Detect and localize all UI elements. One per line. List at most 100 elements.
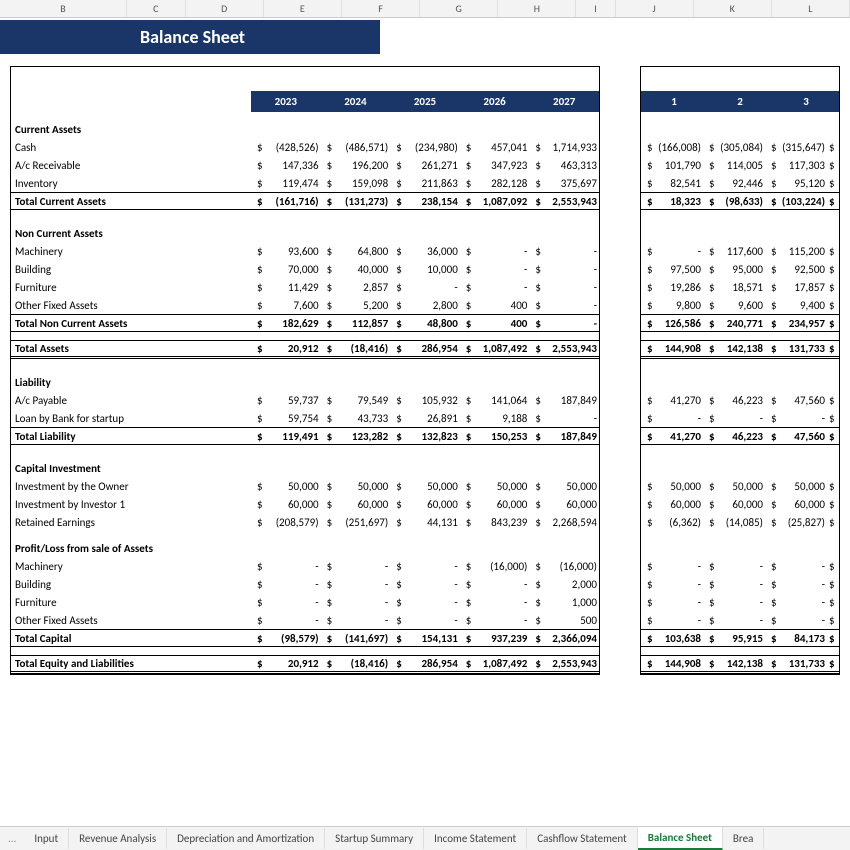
value-cell[interactable]: $112,857 — [321, 317, 391, 330]
value-cell[interactable]: $105,932 — [390, 394, 460, 407]
row-label[interactable]: Building — [11, 578, 251, 591]
value-cell[interactable]: $50,000 — [460, 480, 530, 493]
value-cell[interactable]: $240,771 — [703, 317, 765, 330]
year-header[interactable]: 2025 — [390, 91, 460, 112]
value-cell[interactable]: $- — [529, 245, 599, 258]
value-cell[interactable]: $115,200 — [765, 245, 827, 258]
year-header[interactable]: 2024 — [321, 91, 391, 112]
row-label[interactable]: Capital Investment — [11, 462, 251, 475]
value-cell[interactable]: $196,200 — [321, 159, 391, 172]
value-cell[interactable]: $- — [765, 596, 827, 609]
tabs-overflow-icon[interactable]: ... — [0, 832, 24, 845]
sheet-tab[interactable]: Input — [24, 828, 69, 849]
col-header[interactable]: B — [0, 0, 127, 17]
value-cell[interactable]: $60,000 — [460, 498, 530, 511]
row-label[interactable]: A/c Payable — [11, 394, 251, 407]
value-cell[interactable]: $1,087,092 — [460, 195, 530, 208]
value-cell[interactable]: $- — [529, 412, 599, 425]
value-cell[interactable]: $- — [641, 245, 703, 258]
value-cell[interactable]: $1,000 — [529, 596, 599, 609]
value-cell[interactable]: $92,500 — [765, 263, 827, 276]
value-cell[interactable]: $843,239 — [460, 516, 530, 529]
value-cell[interactable]: $2,857 — [321, 281, 391, 294]
value-cell[interactable]: $(486,571) — [321, 141, 391, 154]
value-cell[interactable]: $50,000 — [529, 480, 599, 493]
value-cell[interactable]: $50,000 — [641, 480, 703, 493]
value-cell[interactable]: $- — [251, 560, 321, 573]
value-cell[interactable]: $60,000 — [529, 498, 599, 511]
row-label[interactable]: Total Non Current Assets — [11, 317, 251, 330]
value-cell[interactable]: $64,800 — [321, 245, 391, 258]
value-cell[interactable]: $- — [390, 281, 460, 294]
value-cell[interactable]: $50,000 — [703, 480, 765, 493]
year-header[interactable]: 2026 — [460, 91, 530, 112]
value-cell[interactable]: $- — [460, 614, 530, 627]
value-cell[interactable]: $131,733 — [765, 342, 827, 355]
value-cell[interactable]: $117,303 — [765, 159, 827, 172]
value-cell[interactable]: $60,000 — [321, 498, 391, 511]
value-cell[interactable]: $41,270 — [641, 430, 703, 443]
value-cell[interactable]: $60,000 — [641, 498, 703, 511]
col-header[interactable]: K — [694, 0, 772, 17]
year-header[interactable]: 3 — [773, 91, 839, 112]
year-header[interactable]: 2 — [707, 91, 773, 112]
value-cell[interactable]: $18,323 — [641, 195, 703, 208]
value-cell[interactable]: $(6,362) — [641, 516, 703, 529]
value-cell[interactable]: $(103,224) — [765, 195, 827, 208]
value-cell[interactable]: $(98,579) — [251, 632, 321, 645]
value-cell[interactable]: $- — [321, 614, 391, 627]
value-cell[interactable]: $93,600 — [251, 245, 321, 258]
value-cell[interactable]: $(305,084) — [703, 141, 765, 154]
value-cell[interactable]: $(18,416) — [321, 657, 391, 670]
value-cell[interactable]: $126,586 — [641, 317, 703, 330]
value-cell[interactable]: $500 — [529, 614, 599, 627]
value-cell[interactable]: $(315,647) — [765, 141, 827, 154]
value-cell[interactable]: $- — [460, 263, 530, 276]
row-label[interactable]: Other Fixed Assets — [11, 614, 251, 627]
value-cell[interactable]: $1,087,492 — [460, 342, 530, 355]
value-cell[interactable]: $211,863 — [390, 177, 460, 190]
value-cell[interactable]: $79,549 — [321, 394, 391, 407]
value-cell[interactable]: $59,754 — [251, 412, 321, 425]
sheet-tab[interactable]: Depreciation and Amortization — [167, 828, 325, 849]
value-cell[interactable]: $- — [251, 596, 321, 609]
value-cell[interactable]: $(161,716) — [251, 195, 321, 208]
col-header[interactable]: J — [616, 0, 694, 17]
value-cell[interactable]: $20,912 — [251, 342, 321, 355]
value-cell[interactable]: $(208,579) — [251, 516, 321, 529]
col-header[interactable]: L — [772, 0, 850, 17]
value-cell[interactable]: $- — [529, 281, 599, 294]
value-cell[interactable]: $286,954 — [390, 342, 460, 355]
value-cell[interactable]: $- — [529, 317, 599, 330]
year-header[interactable]: 2027 — [529, 91, 599, 112]
value-cell[interactable]: $2,366,094 — [529, 632, 599, 645]
value-cell[interactable]: $(131,273) — [321, 195, 391, 208]
value-cell[interactable]: $101,790 — [641, 159, 703, 172]
value-cell[interactable]: $- — [460, 245, 530, 258]
row-label[interactable]: Retained Earnings — [11, 516, 251, 529]
value-cell[interactable]: $59,737 — [251, 394, 321, 407]
value-cell[interactable]: $182,629 — [251, 317, 321, 330]
value-cell[interactable]: $- — [529, 299, 599, 312]
row-label[interactable]: Total Liability — [11, 430, 251, 443]
sheet-tab[interactable]: Brea — [723, 828, 764, 849]
value-cell[interactable]: $2,800 — [390, 299, 460, 312]
value-cell[interactable]: $48,800 — [390, 317, 460, 330]
value-cell[interactable]: $150,253 — [460, 430, 530, 443]
value-cell[interactable]: $9,600 — [703, 299, 765, 312]
value-cell[interactable]: $119,474 — [251, 177, 321, 190]
value-cell[interactable]: $82,541 — [641, 177, 703, 190]
col-header[interactable]: E — [264, 0, 342, 17]
value-cell[interactable]: $375,697 — [529, 177, 599, 190]
value-cell[interactable]: $187,849 — [529, 394, 599, 407]
value-cell[interactable]: $- — [765, 412, 827, 425]
row-label[interactable]: A/c Receivable — [11, 159, 251, 172]
value-cell[interactable]: $(251,697) — [321, 516, 391, 529]
value-cell[interactable]: $92,446 — [703, 177, 765, 190]
value-cell[interactable]: $144,908 — [641, 657, 703, 670]
row-label[interactable]: Other Fixed Assets — [11, 299, 251, 312]
value-cell[interactable]: $- — [765, 560, 827, 573]
col-header[interactable]: I — [576, 0, 615, 17]
sheet-tab[interactable]: Income Statement — [424, 828, 527, 849]
row-label[interactable]: Cash — [11, 141, 251, 154]
